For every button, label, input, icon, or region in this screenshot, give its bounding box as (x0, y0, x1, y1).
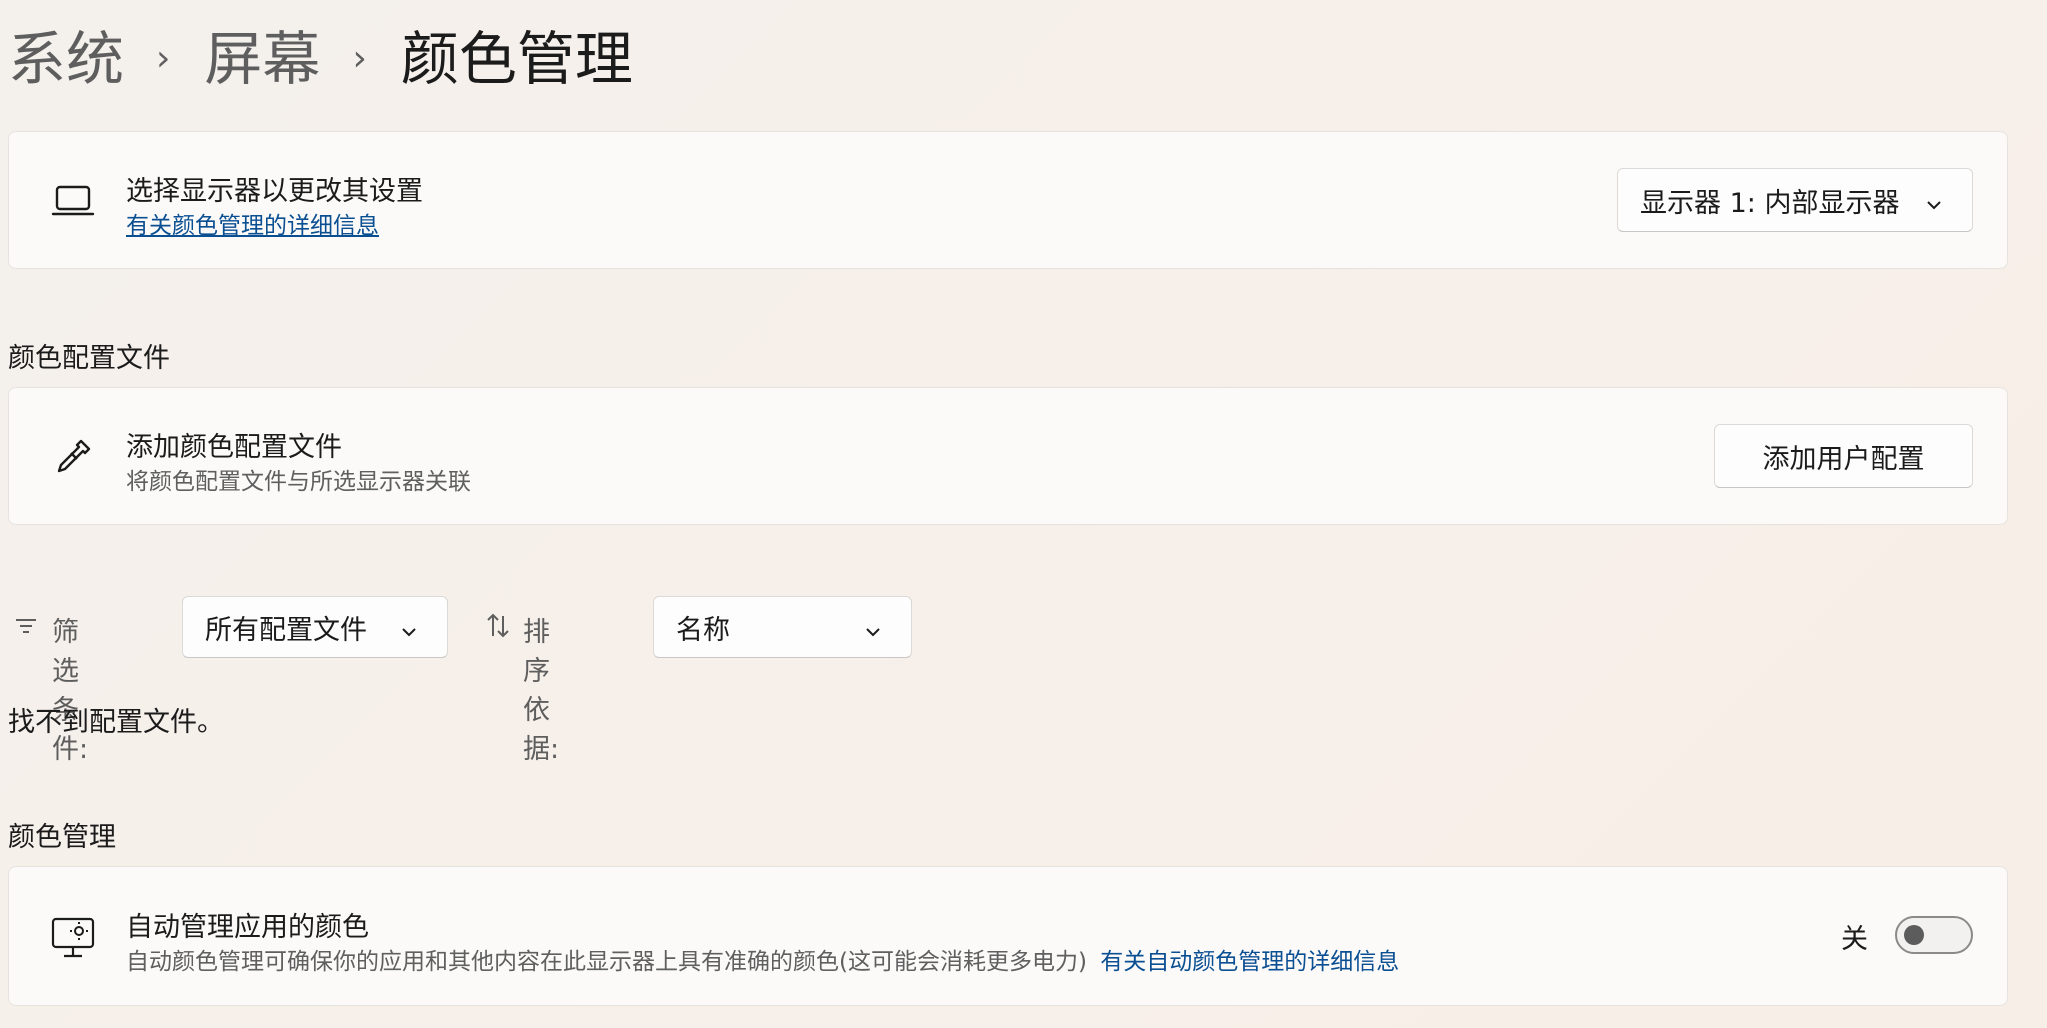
chevron-down-icon (1924, 191, 1944, 222)
sort-label: 排序依据: (523, 617, 560, 765)
sort-icon (484, 612, 512, 644)
auto-color-card: 自动管理应用的颜色 自动颜色管理可确保你的应用和其他内容在此显示器上具有准确的颜… (8, 866, 2008, 1006)
chevron-down-icon (863, 618, 883, 649)
filter-label: 筛选条件: (52, 617, 89, 765)
eyedropper-icon (45, 429, 101, 485)
add-user-profile-button[interactable]: 添加用户配置 (1714, 424, 1973, 488)
add-profile-subtitle: 将颜色配置文件与所选显示器关联 (126, 469, 471, 495)
chevron-down-icon (399, 618, 419, 649)
toggle-knob (1904, 925, 1924, 945)
color-management-heading: 颜色管理 (8, 822, 116, 853)
display-dropdown-value: 显示器 1: 内部显示器 (1640, 187, 1900, 219)
sort-dropdown-value: 名称 (676, 614, 730, 646)
display-select-card: 选择显示器以更改其设置 有关颜色管理的详细信息 显示器 1: 内部显示器 (8, 131, 2008, 269)
page-title: 颜色管理 (400, 25, 633, 93)
add-profile-card: 添加颜色配置文件 将颜色配置文件与所选显示器关联 添加用户配置 (8, 387, 2008, 525)
auto-color-subtitle: 自动颜色管理可确保你的应用和其他内容在此显示器上具有准确的颜色(这可能会消耗更多… (126, 942, 1399, 976)
sort-dropdown[interactable]: 名称 (653, 596, 912, 658)
filter-icon (14, 614, 38, 642)
breadcrumb-system[interactable]: 系统 (8, 30, 124, 88)
toggle-state-label: 关 (1841, 924, 1868, 955)
display-select-title: 选择显示器以更改其设置 (126, 176, 423, 207)
filter-dropdown-value: 所有配置文件 (205, 614, 367, 646)
filter-dropdown[interactable]: 所有配置文件 (182, 596, 448, 658)
auto-color-description: 自动颜色管理可确保你的应用和其他内容在此显示器上具有准确的颜色(这可能会消耗更多… (126, 949, 1087, 975)
add-user-profile-label: 添加用户配置 (1762, 443, 1925, 475)
color-profiles-heading: 颜色配置文件 (8, 343, 170, 374)
breadcrumb-separator: › (352, 38, 367, 79)
add-profile-title: 添加颜色配置文件 (126, 432, 342, 463)
display-dropdown[interactable]: 显示器 1: 内部显示器 (1617, 168, 1973, 232)
monitor-brightness-icon (45, 909, 101, 965)
color-management-info-link[interactable]: 有关颜色管理的详细信息 (126, 206, 379, 240)
auto-color-toggle[interactable] (1895, 916, 1973, 954)
breadcrumb-separator: › (156, 38, 171, 79)
breadcrumb: 系统 › 屏幕 › 颜色管理 (8, 14, 633, 104)
laptop-icon (45, 173, 101, 229)
auto-color-title: 自动管理应用的颜色 (126, 912, 369, 943)
no-profiles-message: 找不到配置文件。 (8, 707, 224, 738)
breadcrumb-display[interactable]: 屏幕 (204, 30, 320, 88)
auto-color-info-link[interactable]: 有关自动颜色管理的详细信息 (1100, 949, 1399, 975)
